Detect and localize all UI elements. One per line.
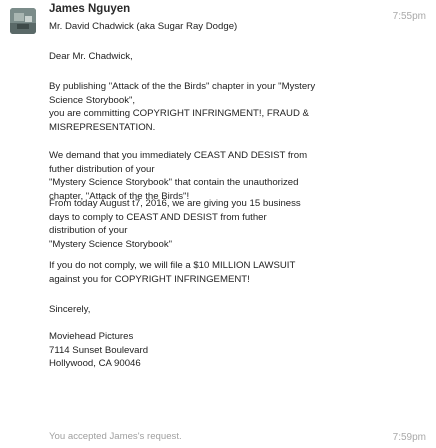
message-line: MISREPRESENTATION. <box>49 121 156 133</box>
message-line: Dear Mr. Chadwick, <box>49 51 133 62</box>
message-paragraph: By publishing "Attack of the the Birds" … <box>49 80 389 134</box>
message-line: against you for COPYRIGHT INFRINGEMENT! <box>49 273 250 285</box>
message-line: If you do not comply, we will file a $10… <box>49 260 296 271</box>
message-paragraph: From today August t7, 2016, we are givin… <box>49 197 389 251</box>
message-line: By publishing "Attack of the the Birds" … <box>49 81 316 92</box>
message-line: Mr. David Chadwick (aka Sugar Ray Dodge) <box>49 21 238 32</box>
sender-name[interactable]: James Nguyen <box>49 3 130 15</box>
message-line: futher distribution of your <box>49 163 155 175</box>
message-line: Moviehead Pictures <box>49 331 134 342</box>
message-line: "Mystery Science Storybook" <box>49 238 173 250</box>
message-paragraph: If you do not comply, we will file a $10… <box>49 259 389 286</box>
message-paragraph: Mr. David Chadwick (aka Sugar Ray Dodge) <box>49 20 389 34</box>
message-line: days to comply to CEAST AND DESIST from … <box>49 211 267 223</box>
status-timestamp: 7:59pm <box>392 432 426 443</box>
message-timestamp: 7:55pm <box>392 11 426 22</box>
sender-avatar[interactable] <box>10 8 36 34</box>
message-line: We demand that you immediately CEAST AND… <box>49 150 308 161</box>
message-line: distribution of your <box>49 225 128 237</box>
message-line: 7114 Sunset Boulevard <box>49 344 149 356</box>
message-line: you are committing COPYRIGHT INFRINGMENT… <box>49 108 309 120</box>
message-paragraph: Dear Mr. Chadwick, <box>49 50 389 64</box>
message-line: Science Storybook", <box>49 94 136 106</box>
request-status-text: You accepted James's request. <box>49 431 182 442</box>
message-line: "Mystery Science Storybook" that contain… <box>49 177 299 189</box>
message-paragraph: We demand that you immediately CEAST AND… <box>49 149 389 203</box>
message-line: Hollywood, CA 90046 <box>49 358 141 370</box>
message-line: From today August t7, 2016, we are givin… <box>49 198 301 209</box>
message-paragraph: Sincerely, <box>49 303 389 317</box>
message-line: Sincerely, <box>49 304 91 315</box>
message-paragraph: Moviehead Pictures 7114 Sunset Boulevard H… <box>49 330 389 371</box>
